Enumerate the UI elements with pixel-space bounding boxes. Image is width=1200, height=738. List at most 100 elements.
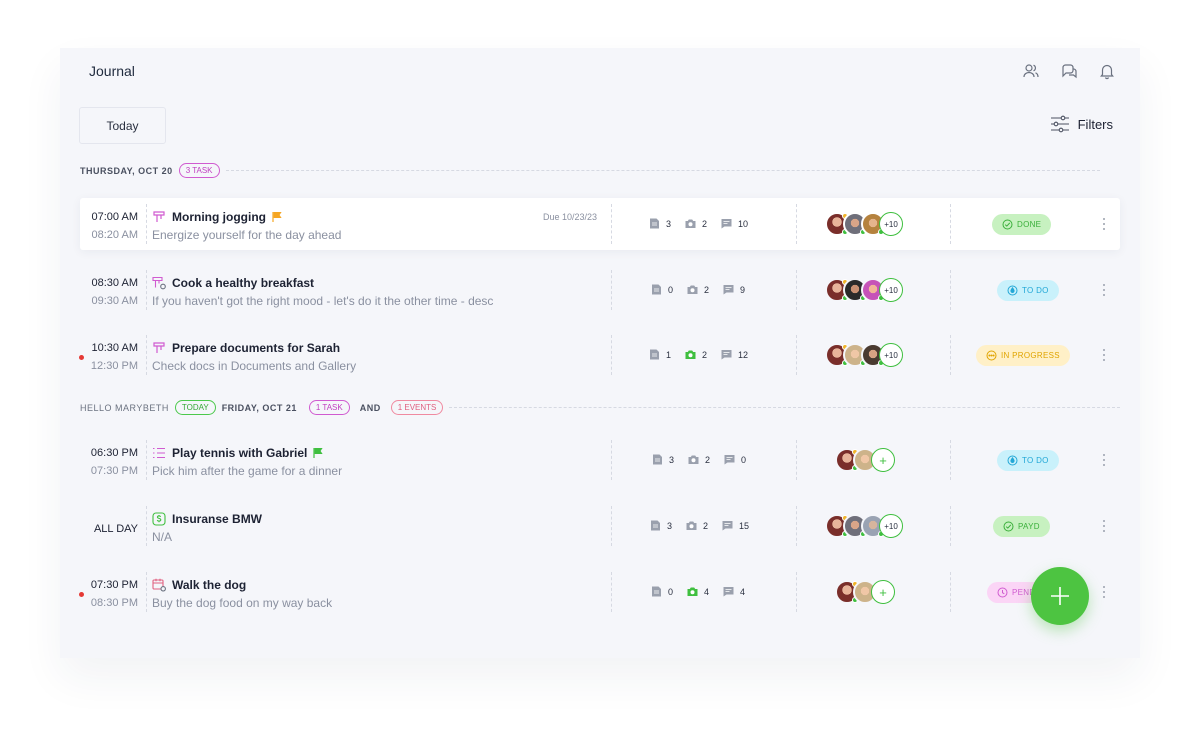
status-badge[interactable]: TO DO [997, 450, 1059, 471]
group-header-thursday: THURSDAY, OCT 20 3 TASK [80, 163, 1100, 178]
add-task-button[interactable] [1031, 567, 1089, 625]
end-time: 08:30 PM [90, 597, 138, 609]
task-row[interactable]: 06:30 PM 07:30 PM Play tennis with Gabri… [80, 434, 1120, 486]
task-stats: 0 4 4 [651, 586, 745, 597]
documents-count[interactable]: 3 [650, 520, 672, 531]
photos-count[interactable]: 2 [687, 284, 709, 295]
drop-circle-icon [1007, 455, 1018, 466]
tasks-icon [152, 210, 166, 224]
comments-count[interactable]: 4 [723, 586, 745, 597]
documents-count[interactable]: 3 [652, 454, 674, 465]
more-options-icon[interactable] [1102, 218, 1106, 230]
status-badge[interactable]: PAYD [993, 516, 1050, 537]
comment-icon [722, 521, 733, 531]
more-options-icon[interactable] [1102, 284, 1106, 296]
add-assignee-button[interactable]: + [871, 448, 895, 472]
flag-icon [313, 447, 324, 459]
end-time: 08:20 AM [91, 229, 138, 241]
plus-icon: + [879, 452, 887, 468]
comments-count[interactable]: 0 [724, 454, 746, 465]
comments-count[interactable]: 15 [722, 520, 749, 531]
more-options-icon[interactable] [1102, 520, 1106, 532]
checklist-icon [152, 446, 166, 460]
task-description: N/A [152, 530, 173, 544]
photos-count[interactable]: 2 [686, 520, 708, 531]
photos-count[interactable]: 2 [685, 218, 707, 229]
documents-count[interactable]: 3 [649, 218, 671, 229]
task-title[interactable]: Cook a healthy breakfast [172, 276, 314, 290]
task-title[interactable]: Walk the dog [172, 578, 246, 592]
assignees[interactable]: + [835, 448, 895, 472]
group-day-label: FRIDAY, OCT 21 [221, 402, 297, 413]
more-options-icon[interactable] [1102, 454, 1106, 466]
task-row[interactable]: 10:30 AM 12:30 PM Prepare documents for … [79, 329, 1120, 381]
bell-icon[interactable] [1098, 62, 1116, 80]
photos-count[interactable]: 4 [687, 586, 709, 597]
assignees[interactable]: +10 [825, 278, 903, 302]
start-time: 06:30 PM [90, 447, 138, 459]
task-stats: 3 2 10 [649, 218, 748, 229]
drop-circle-icon [1007, 285, 1018, 296]
divider [225, 170, 1100, 171]
filters-button[interactable]: Filters [1050, 115, 1113, 133]
camera-icon [687, 587, 698, 596]
task-count-pill: 1 TASK [308, 400, 350, 415]
task-row[interactable]: 08:30 AM 09:30 AM Cook a healthy breakfa… [80, 264, 1120, 316]
status-badge[interactable]: IN PROGRESS [976, 345, 1070, 366]
more-options-icon[interactable] [1102, 349, 1106, 361]
and-label: AND [359, 402, 381, 413]
documents-count[interactable]: 1 [649, 349, 671, 360]
documents-count[interactable]: 0 [651, 284, 673, 295]
camera-icon [687, 285, 698, 294]
document-icon [650, 349, 659, 360]
more-assignees-badge[interactable]: +10 [879, 212, 903, 236]
assignees[interactable]: +10 [825, 514, 903, 538]
status-badge[interactable]: DONE [992, 214, 1052, 235]
task-title[interactable]: Play tennis with Gabriel [172, 446, 307, 460]
assignees[interactable]: + [835, 580, 895, 604]
task-row[interactable]: 07:00 AM 08:20 AM Morning jogging Energi… [80, 198, 1120, 250]
more-options-icon[interactable] [1102, 586, 1106, 598]
task-row[interactable]: ALL DAY Insuranse BMW N/A 3 2 15 +10 PAY… [80, 500, 1120, 552]
chat-icon[interactable] [1060, 62, 1078, 80]
task-title[interactable]: Insuranse BMW [172, 512, 262, 526]
photos-count[interactable]: 2 [685, 349, 707, 360]
task-description: Energize yourself for the day ahead [152, 228, 342, 242]
task-title[interactable]: Prepare documents for Sarah [172, 341, 340, 355]
payment-icon [152, 512, 166, 526]
divider [611, 270, 612, 310]
divider [950, 440, 951, 480]
today-button[interactable]: Today [79, 107, 166, 144]
more-assignees-badge[interactable]: +10 [879, 278, 903, 302]
people-icon[interactable] [1022, 62, 1040, 80]
time-range: ALL DAY [94, 520, 138, 538]
comments-count[interactable]: 9 [723, 284, 745, 295]
end-time: 07:30 PM [90, 465, 138, 477]
document-icon [650, 218, 659, 229]
documents-count[interactable]: 0 [651, 586, 673, 597]
assignees[interactable]: +10 [825, 343, 903, 367]
task-title[interactable]: Morning jogging [172, 210, 266, 224]
task-count-pill: 3 TASK [178, 163, 220, 178]
check-circle-icon [1003, 521, 1014, 532]
more-assignees-badge[interactable]: +10 [879, 343, 903, 367]
divider [611, 572, 612, 612]
recurring-tasks-icon [152, 276, 166, 290]
photos-count[interactable]: 2 [688, 454, 710, 465]
time-range: 07:00 AM 08:20 AM [92, 208, 138, 244]
document-icon [652, 284, 661, 295]
add-assignee-button[interactable]: + [871, 580, 895, 604]
more-assignees-badge[interactable]: +10 [879, 514, 903, 538]
divider [950, 204, 951, 244]
status-badge[interactable]: TO DO [997, 280, 1059, 301]
comments-count[interactable]: 10 [721, 218, 748, 229]
assignees[interactable]: +10 [825, 212, 903, 236]
time-range: 10:30 AM 12:30 PM [91, 339, 138, 375]
task-stats: 3 2 0 [652, 454, 746, 465]
task-info: Cook a healthy breakfast If you haven't … [152, 274, 493, 310]
comments-count[interactable]: 12 [721, 349, 748, 360]
divider [146, 204, 147, 244]
task-info: Play tennis with Gabriel Pick him after … [152, 444, 342, 480]
divider [146, 506, 147, 546]
task-row[interactable]: 07:30 PM 08:30 PM Walk the dog Buy the d… [79, 566, 1120, 618]
